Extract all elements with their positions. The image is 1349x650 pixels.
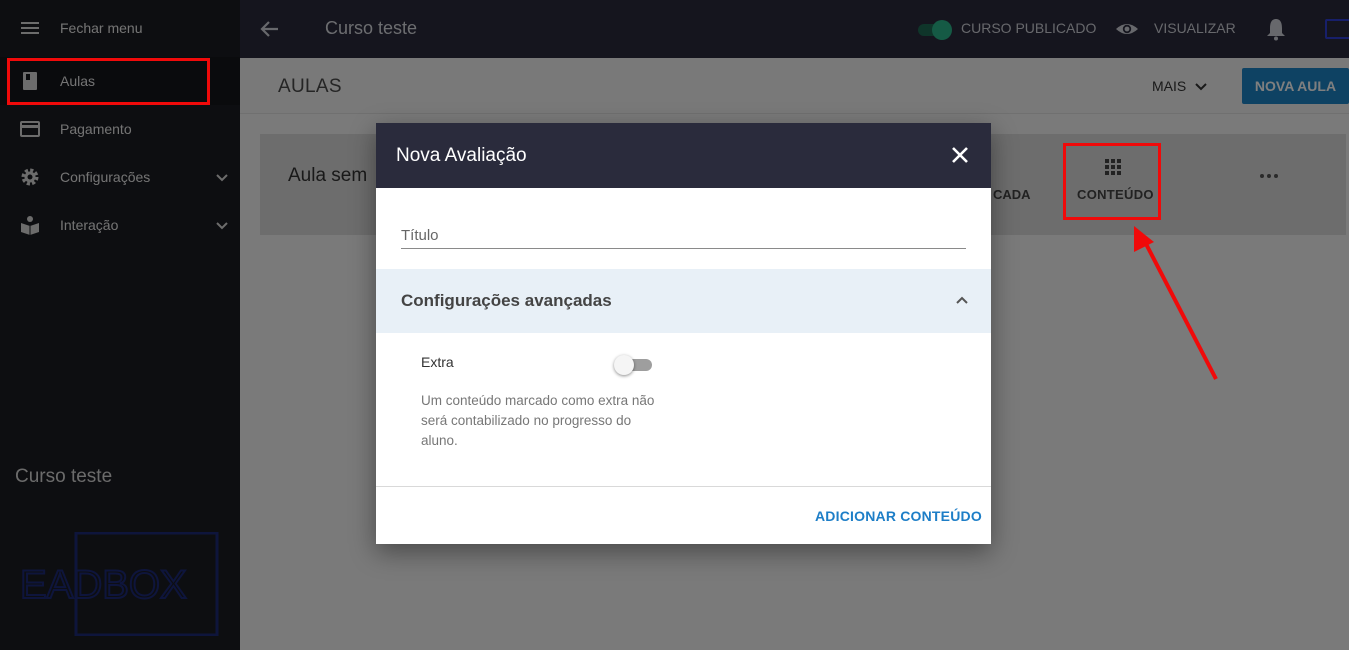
dialog-title: Nova Avaliação bbox=[396, 145, 527, 166]
title-field[interactable] bbox=[401, 223, 966, 249]
new-assessment-dialog: Nova Avaliação Configurações avançadas E… bbox=[376, 123, 991, 544]
chevron-up-icon[interactable] bbox=[954, 293, 970, 309]
extra-label: Extra bbox=[421, 354, 454, 370]
advanced-settings-header[interactable]: Configurações avançadas bbox=[376, 269, 991, 333]
highlight-box-aulas bbox=[7, 58, 210, 105]
close-icon[interactable] bbox=[950, 145, 970, 165]
dialog-header: Nova Avaliação bbox=[376, 123, 991, 188]
dialog-divider bbox=[376, 486, 991, 487]
highlight-box-content bbox=[1063, 143, 1161, 220]
add-content-button[interactable]: ADICIONAR CONTEÚDO bbox=[815, 508, 982, 524]
extra-toggle[interactable] bbox=[614, 355, 654, 375]
advanced-settings-label: Configurações avançadas bbox=[401, 291, 612, 310]
extra-description: Um conteúdo marcado como extra não será … bbox=[421, 393, 655, 448]
title-input[interactable] bbox=[401, 223, 966, 247]
